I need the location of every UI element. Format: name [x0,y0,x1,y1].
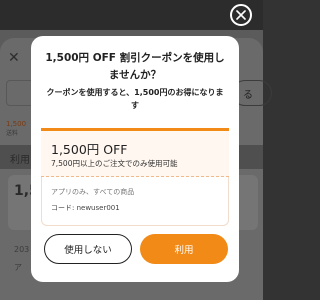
coupon-condition: 7,500円以上のご注文でのみ使用可能 [51,159,178,168]
coupon-code: コード: newuser001 [51,204,120,212]
background-header [0,0,263,30]
use-coupon-button[interactable]: 利用 [140,234,228,264]
coupon-dialog: 1,500円 OFF 割引クーポンを使用しませんか？ クーポンを使用すると、1,… [31,36,239,282]
coupon-details [41,177,229,226]
close-icon [236,10,246,20]
coupon-card: 1,500円 OFF 7,500円以上のご注文でのみ使用可能 アプリのみ、すべて… [41,128,229,226]
decline-button[interactable]: 使用しない [44,234,132,264]
close-button[interactable] [230,4,252,26]
dialog-title: 1,500円 OFF 割引クーポンを使用しませんか？ [45,52,225,81]
coupon-amount: 1,500円 OFF [51,142,128,157]
background-tab: 利用 [10,155,30,166]
coupon-scope: アプリのみ、すべての商品 [51,188,135,196]
background-small-note: 送料 [6,130,19,137]
dialog-subtitle: クーポンを使用すると、1,500円のお得になります [46,88,224,110]
background-close-icon: ✕ [8,50,20,66]
background-note: 1,500 [6,120,27,128]
background-row: ア [14,263,22,272]
background-row: 203 [14,245,30,254]
